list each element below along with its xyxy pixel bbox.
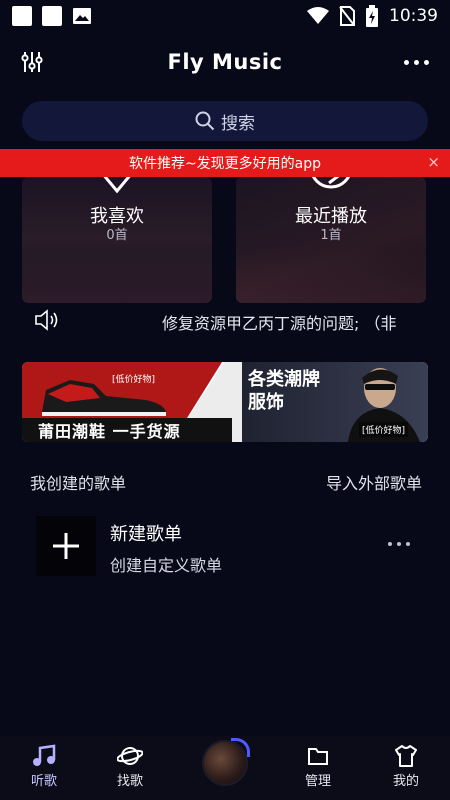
notice-bar: 修复资源甲乙丙丁源的问题; （非 xyxy=(0,306,450,334)
nav-manage[interactable]: 管理 xyxy=(288,744,348,789)
equalizer-icon[interactable] xyxy=(20,50,44,74)
ad-slogan: 莆田潮鞋 一手货源 xyxy=(22,418,232,442)
app-header: Fly Music xyxy=(0,40,450,84)
ad-headline-line2: 服饰 xyxy=(248,392,284,413)
speaker-icon xyxy=(35,309,58,331)
search-placeholder: 搜索 xyxy=(221,113,255,134)
ad-tag-right: [低价好物] xyxy=(358,422,408,437)
folder-icon xyxy=(308,748,328,765)
planet-icon xyxy=(117,747,143,765)
playlist-subtitle: 创建自定义歌单 xyxy=(110,556,223,575)
close-icon[interactable]: × xyxy=(427,153,440,171)
battery-icon xyxy=(366,5,378,27)
ad-banner[interactable]: [低价好物] 莆田潮鞋 一手货源 各类潮牌 服饰 [低价好物] xyxy=(22,362,428,442)
image-icon xyxy=(73,8,91,24)
now-playing-disc[interactable] xyxy=(202,738,250,786)
no-sim-icon xyxy=(339,6,355,26)
tshirt-icon xyxy=(395,745,417,767)
bottom-nav: 听歌 找歌 管理 我的 xyxy=(0,736,450,800)
ad-headline-line1: 各类潮牌 xyxy=(248,369,320,390)
wifi-icon xyxy=(307,7,329,24)
playlist-section-header: 我创建的歌单 导入外部歌单 xyxy=(0,470,450,494)
play-circle-icon xyxy=(312,177,350,189)
notification-icon xyxy=(12,6,32,26)
search-bar[interactable]: 搜索 xyxy=(22,101,428,141)
search-icon xyxy=(195,111,215,131)
nav-label: 听歌 xyxy=(30,774,57,789)
playlist-more-icon[interactable] xyxy=(388,542,410,546)
nav-label: 管理 xyxy=(304,774,331,789)
notice-text: 修复资源甲乙丙丁源的问题; （非 xyxy=(162,314,397,333)
card-background xyxy=(236,248,426,303)
nav-mine[interactable]: 我的 xyxy=(376,744,436,789)
music-note-icon xyxy=(33,744,56,766)
new-playlist-item[interactable]: 新建歌单 创建自定义歌单 xyxy=(36,516,416,576)
ad-headline: 各类潮牌 服饰 xyxy=(248,368,338,414)
playlist-name: 新建歌单 xyxy=(110,524,182,545)
status-bar: 10:39 xyxy=(0,0,450,32)
more-options-icon[interactable] xyxy=(404,52,430,72)
favorites-count: 0首 xyxy=(106,228,128,243)
heart-icon xyxy=(103,177,131,194)
favorites-card[interactable]: 我喜欢 0首 xyxy=(22,177,212,303)
nav-discover[interactable]: 找歌 xyxy=(100,744,160,789)
card-background xyxy=(22,248,212,303)
my-playlists-label: 我创建的歌单 xyxy=(30,474,127,493)
promo-banner[interactable]: 软件推荐~发现更多好用的app × xyxy=(0,149,450,177)
nav-listen[interactable]: 听歌 xyxy=(14,744,74,789)
promo-banner-text: 软件推荐~发现更多好用的app xyxy=(128,156,322,172)
ad-tag-left: [低价好物] xyxy=(112,375,156,385)
recent-count: 1首 xyxy=(320,228,342,243)
nav-label: 找歌 xyxy=(116,774,143,789)
import-playlist-link[interactable]: 导入外部歌单 xyxy=(326,470,422,494)
page-title: Fly Music xyxy=(167,50,283,74)
status-notifications xyxy=(12,6,92,26)
recent-card[interactable]: 最近播放 1首 xyxy=(236,177,426,303)
status-time: 10:39 xyxy=(389,6,438,26)
notification-icon xyxy=(42,6,62,26)
nav-label: 我的 xyxy=(392,774,419,789)
plus-icon xyxy=(36,516,96,576)
